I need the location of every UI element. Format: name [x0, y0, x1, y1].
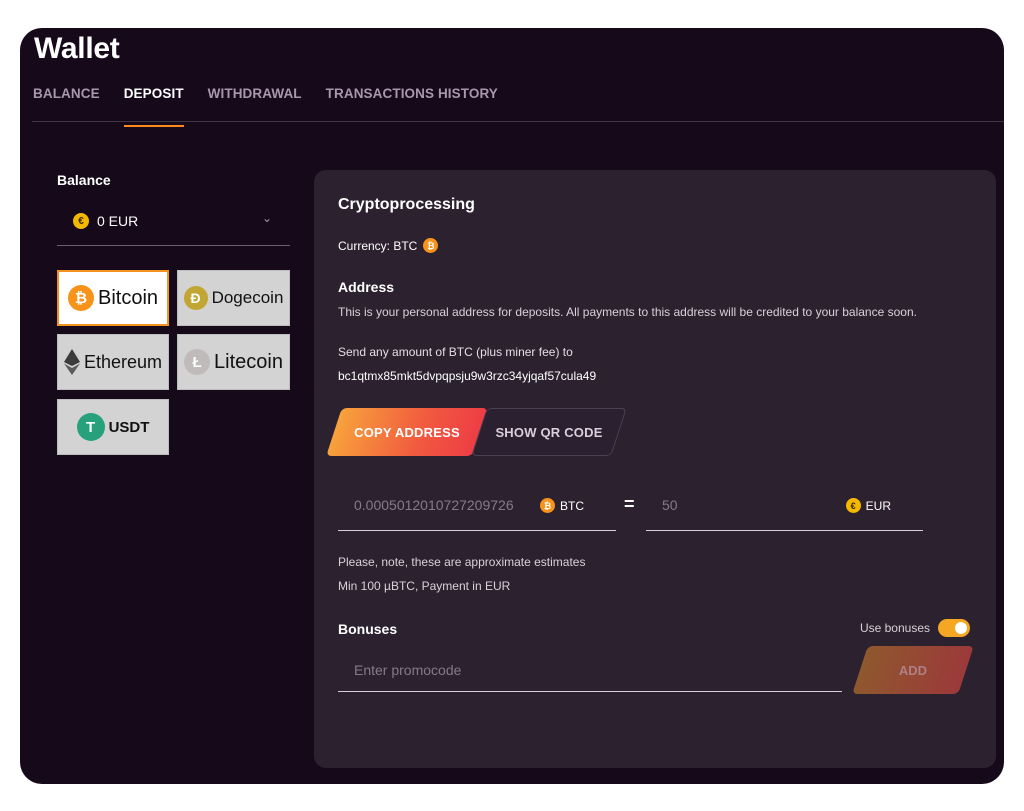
euro-coin-icon: € [845, 498, 861, 513]
deposit-address: bc1qtmx85mkt5dvpqpsju9w3rzc34yjqaf57cula… [338, 369, 597, 383]
fiat-unit-label: EUR [865, 498, 891, 513]
tab-bar: BALANCE DEPOSIT WITHDRAWAL TRANSACTIONS … [33, 86, 522, 127]
tab-transactions-history[interactable]: TRANSACTIONS HISTORY [326, 86, 498, 125]
balance-label: Balance [57, 172, 111, 188]
use-bonuses-label: Use bonuses [859, 621, 930, 635]
show-qr-code-button[interactable]: SHOW QR CODE [479, 408, 619, 456]
bitcoin-icon: ₿ [67, 285, 94, 311]
fiat-amount-field[interactable]: 50 € EUR [646, 488, 923, 531]
minimum-note: Min 100 µBTC, Payment in EUR [338, 579, 511, 593]
send-instructions: Send any amount of BTC (plus miner fee) … [338, 345, 573, 359]
estimate-note: Please, note, these are approximate esti… [338, 555, 586, 569]
promocode-field [338, 648, 842, 692]
promocode-input[interactable] [338, 648, 842, 691]
copy-address-button[interactable]: COPY ADDRESS [334, 408, 480, 456]
dogecoin-icon: Ð [183, 286, 208, 310]
bitcoin-coin-icon: ₿ [540, 498, 555, 513]
crypto-amount-value: 0.0005012010727209726 [354, 497, 514, 513]
crypto-amount-field[interactable]: 0.0005012010727209726 ₿ BTC [338, 488, 616, 531]
crypto-unit: ₿ BTC [540, 498, 584, 513]
currency-label: Currency: BTC [338, 238, 418, 253]
payment-method-label: USDT [108, 418, 150, 436]
fiat-unit: € EUR [845, 498, 891, 513]
toggle-knob [955, 622, 967, 634]
currency-line: Currency: BTC ₿ [338, 238, 439, 253]
address-title: Address [338, 279, 395, 295]
cryptoprocessing-panel: Cryptoprocessing Currency: BTC ₿ Address… [314, 170, 996, 768]
tab-balance[interactable]: BALANCE [33, 86, 100, 125]
balance-value: 0 EUR [97, 213, 139, 229]
payment-method-label: Dogecoin [211, 288, 284, 307]
balance-dropdown[interactable]: € 0 EUR ⌄ [57, 203, 290, 246]
show-qr-code-label: SHOW QR CODE [495, 424, 603, 440]
payment-method-ethereum[interactable]: Ethereum [57, 334, 169, 390]
add-promocode-button[interactable]: ADD [860, 646, 966, 694]
tabs-divider [32, 121, 1004, 122]
litecoin-icon: Ł [184, 349, 211, 375]
use-bonuses-toggle[interactable] [938, 619, 970, 637]
crypto-unit-label: BTC [560, 498, 584, 513]
copy-address-label: COPY ADDRESS [354, 424, 460, 440]
bitcoin-coin-icon: ₿ [423, 238, 439, 253]
payment-method-litecoin[interactable]: Ł Litecoin [177, 334, 290, 390]
bonuses-title: Bonuses [338, 621, 398, 637]
chevron-down-icon: ⌄ [261, 211, 272, 225]
payment-method-label: Bitcoin [97, 286, 159, 309]
euro-coin-icon: € [73, 213, 89, 229]
address-description: This is your personal address for deposi… [338, 305, 917, 319]
payment-method-dogecoin[interactable]: Ð Dogecoin [177, 270, 290, 326]
payment-method-usdt[interactable]: T USDT [57, 399, 169, 455]
fiat-amount-value: 50 [662, 497, 678, 513]
payment-method-label: Litecoin [214, 350, 283, 373]
tab-withdrawal[interactable]: WITHDRAWAL [208, 86, 302, 125]
use-bonuses-control: Use bonuses [860, 619, 970, 637]
payment-method-label: Ethereum [83, 351, 163, 372]
tab-deposit[interactable]: DEPOSIT [123, 86, 184, 127]
page-title: Wallet [34, 32, 120, 65]
payment-method-bitcoin[interactable]: ₿ Bitcoin [57, 270, 169, 326]
panel-title: Cryptoprocessing [338, 196, 475, 213]
ethereum-icon [63, 349, 80, 375]
wallet-window: Wallet BALANCE DEPOSIT WITHDRAWAL TRANSA… [20, 28, 1004, 784]
equals-sign: = [624, 494, 635, 514]
add-button-label: ADD [898, 662, 928, 678]
tether-icon: T [76, 413, 105, 441]
